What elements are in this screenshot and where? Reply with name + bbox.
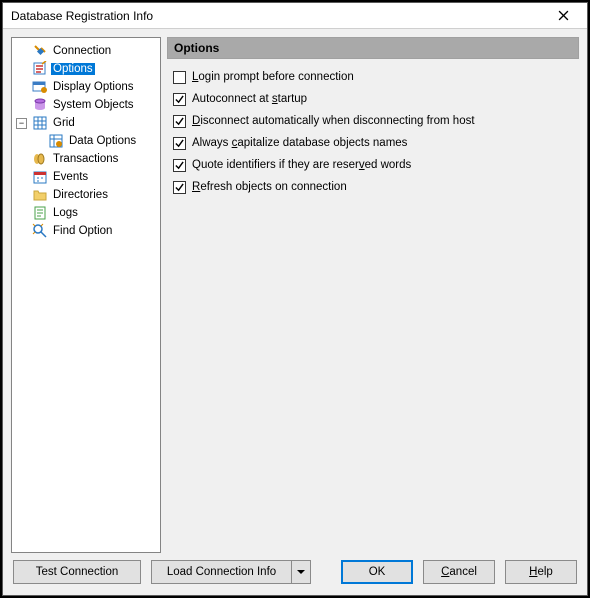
tree-expander-placeholder bbox=[16, 100, 27, 111]
search-icon bbox=[32, 223, 48, 239]
tree-item-label: System Objects bbox=[51, 99, 136, 111]
tree-expander-placeholder bbox=[16, 208, 27, 219]
logs-icon bbox=[32, 205, 48, 221]
option-label: Refresh objects on connection bbox=[192, 181, 347, 193]
option-label: Quote identifiers if they are reserved w… bbox=[192, 159, 411, 171]
calendar-icon bbox=[32, 169, 48, 185]
nav-tree-panel: Connection Options bbox=[11, 37, 161, 553]
option-label: Always capitalize database objects names bbox=[192, 137, 407, 149]
tree-expander-placeholder bbox=[16, 154, 27, 165]
plug-icon bbox=[32, 43, 48, 59]
close-icon bbox=[558, 10, 569, 21]
tree-item-label: Grid bbox=[51, 117, 77, 129]
main-area: Connection Options bbox=[3, 29, 587, 557]
options-panel: Options Login prompt before connection A… bbox=[167, 37, 579, 553]
options-header: Options bbox=[167, 37, 579, 59]
data-options-icon bbox=[48, 133, 64, 149]
tree-item-label: Find Option bbox=[51, 225, 114, 237]
options-body: Login prompt before connection Autoconne… bbox=[167, 59, 579, 553]
tree-item-system-objects[interactable]: System Objects bbox=[14, 96, 158, 114]
option-login-prompt[interactable]: Login prompt before connection bbox=[173, 67, 573, 87]
tree-item-data-options[interactable]: Data Options bbox=[30, 132, 158, 150]
tree-item-display-options[interactable]: Display Options bbox=[14, 78, 158, 96]
ok-button[interactable]: OK bbox=[341, 560, 413, 584]
titlebar: Database Registration Info bbox=[3, 3, 587, 29]
option-label: Autoconnect at startup bbox=[192, 93, 307, 105]
test-connection-button[interactable]: Test Connection bbox=[13, 560, 141, 584]
tree-expander-placeholder bbox=[16, 226, 27, 237]
checkbox[interactable] bbox=[173, 159, 186, 172]
tree-expander-placeholder bbox=[16, 172, 27, 183]
checkbox[interactable] bbox=[173, 71, 186, 84]
option-label: Disconnect automatically when disconnect… bbox=[192, 115, 475, 127]
client-area: Connection Options bbox=[3, 29, 587, 595]
checkbox[interactable] bbox=[173, 93, 186, 106]
tree-expander-placeholder bbox=[32, 136, 43, 147]
dialog-window: Database Registration Info Connection bbox=[2, 2, 588, 596]
load-connection-dropdown[interactable] bbox=[291, 560, 311, 584]
tree-collapse-icon[interactable]: − bbox=[16, 118, 27, 129]
option-refresh-connect[interactable]: Refresh objects on connection bbox=[173, 177, 573, 197]
tree-item-label: Display Options bbox=[51, 81, 136, 93]
transactions-icon bbox=[32, 151, 48, 167]
tree-expander-placeholder bbox=[16, 190, 27, 201]
option-quote-reserved[interactable]: Quote identifiers if they are reserved w… bbox=[173, 155, 573, 175]
grid-icon bbox=[32, 115, 48, 131]
option-disconnect-auto[interactable]: Disconnect automatically when disconnect… bbox=[173, 111, 573, 131]
folder-icon bbox=[32, 187, 48, 203]
tree-item-connection[interactable]: Connection bbox=[14, 42, 158, 60]
close-button[interactable] bbox=[543, 5, 583, 27]
display-options-icon bbox=[32, 79, 48, 95]
chevron-down-icon bbox=[297, 568, 305, 576]
tree-item-label: Logs bbox=[51, 207, 80, 219]
tree-item-transactions[interactable]: Transactions bbox=[14, 150, 158, 168]
options-icon bbox=[32, 61, 48, 77]
tree-item-find-option[interactable]: Find Option bbox=[14, 222, 158, 240]
tree-item-events[interactable]: Events bbox=[14, 168, 158, 186]
tree-item-label: Events bbox=[51, 171, 90, 183]
tree-item-logs[interactable]: Logs bbox=[14, 204, 158, 222]
option-capitalize[interactable]: Always capitalize database objects names bbox=[173, 133, 573, 153]
window-title: Database Registration Info bbox=[11, 9, 153, 23]
tree-expander-placeholder bbox=[16, 64, 27, 75]
tree-item-label: Options bbox=[51, 63, 95, 75]
checkbox[interactable] bbox=[173, 181, 186, 194]
checkbox[interactable] bbox=[173, 115, 186, 128]
tree-expander-placeholder bbox=[16, 82, 27, 93]
tree-item-label: Transactions bbox=[51, 153, 120, 165]
tree-item-grid[interactable]: − Grid bbox=[14, 114, 158, 132]
tree-item-options[interactable]: Options bbox=[14, 60, 158, 78]
tree-item-label: Directories bbox=[51, 189, 110, 201]
tree-expander-placeholder bbox=[16, 46, 27, 57]
help-button[interactable]: Help bbox=[505, 560, 577, 584]
option-label: Login prompt before connection bbox=[192, 71, 354, 83]
load-connection-group: Load Connection Info bbox=[151, 560, 311, 584]
tree-item-label: Connection bbox=[51, 45, 113, 57]
tree-item-directories[interactable]: Directories bbox=[14, 186, 158, 204]
database-icon bbox=[32, 97, 48, 113]
option-autoconnect[interactable]: Autoconnect at startup bbox=[173, 89, 573, 109]
cancel-button[interactable]: Cancel bbox=[423, 560, 495, 584]
checkbox[interactable] bbox=[173, 137, 186, 150]
button-bar: Test Connection Load Connection Info OK … bbox=[3, 557, 587, 595]
nav-tree[interactable]: Connection Options bbox=[14, 42, 158, 240]
load-connection-button[interactable]: Load Connection Info bbox=[151, 560, 291, 584]
tree-item-label: Data Options bbox=[67, 135, 138, 147]
